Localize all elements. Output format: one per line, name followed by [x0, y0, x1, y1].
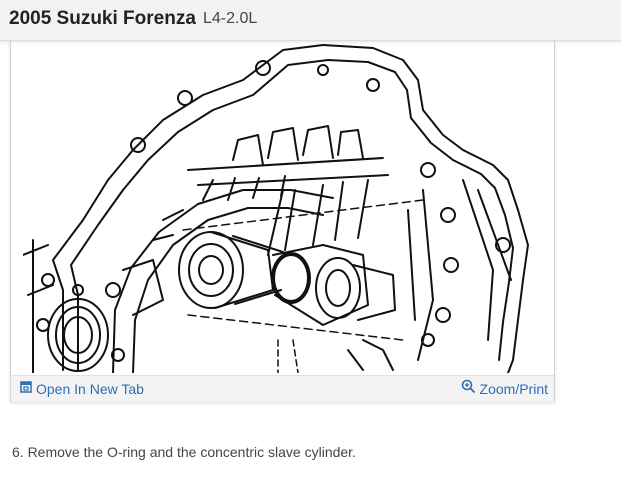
- external-window-icon: [20, 380, 32, 398]
- figure-toolbar: Open In New Tab Zoom/Print: [11, 375, 554, 402]
- open-new-tab-label: Open In New Tab: [36, 381, 144, 397]
- page-header: 2005 Suzuki Forenza L4-2.0L: [0, 0, 621, 41]
- transmission-diagram: [23, 40, 533, 373]
- zoom-print-button[interactable]: Zoom/Print: [461, 379, 548, 399]
- vehicle-title: 2005 Suzuki Forenza: [9, 8, 196, 29]
- zoom-print-label: Zoom/Print: [479, 381, 548, 397]
- figure-card: Open In New Tab Zoom/Print: [10, 40, 555, 402]
- instruction-step: 6. Remove the O-ring and the concentric …: [12, 444, 356, 460]
- magnifier-plus-icon: [461, 379, 476, 399]
- engine-label: L4-2.0L: [203, 10, 258, 27]
- open-new-tab-button[interactable]: Open In New Tab: [20, 380, 144, 398]
